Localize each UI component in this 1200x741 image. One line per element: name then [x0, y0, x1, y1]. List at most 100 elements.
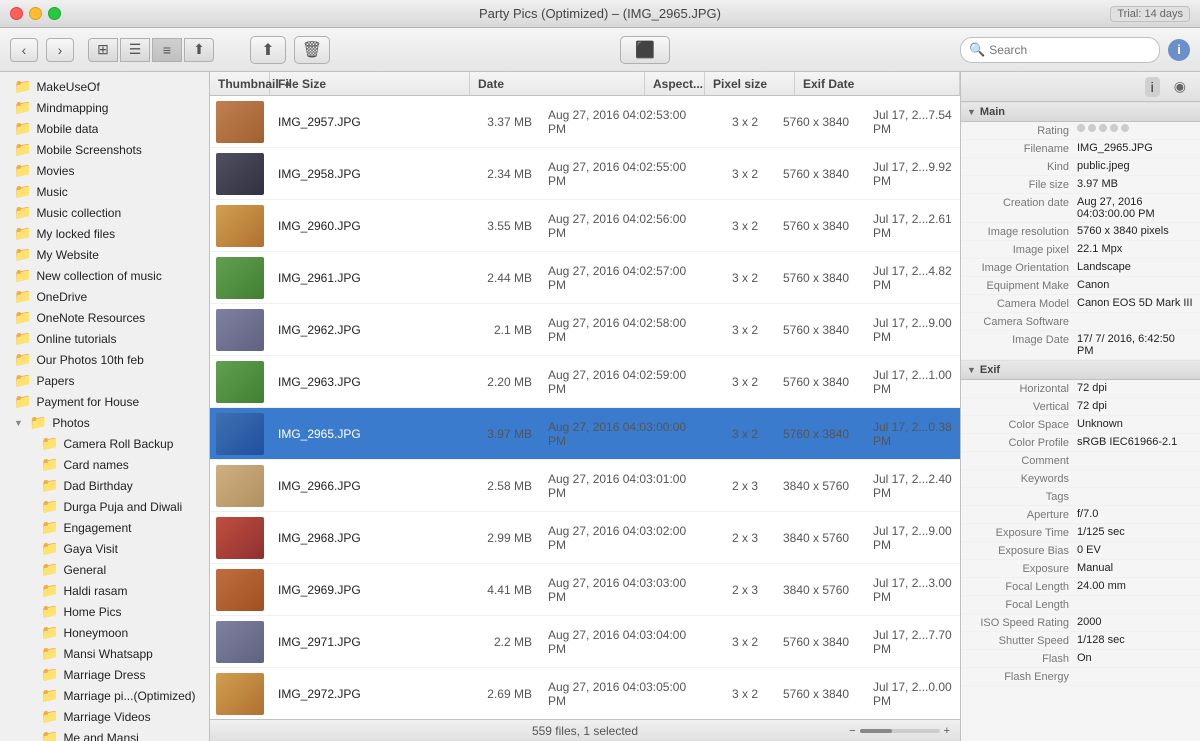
sidebar-item-honeymoon[interactable]: 📁Honeymoon	[2, 622, 207, 643]
maximize-button[interactable]	[48, 7, 61, 20]
table-row[interactable]: IMG_2969.JPG4.41 MBAug 27, 2016 04:03:03…	[210, 564, 960, 616]
file-exif: Jul 17, 2...2.61 PM	[865, 212, 960, 240]
sidebar: 📁MakeUseOf📁Mindmapping📁Mobile data📁Mobil…	[0, 72, 210, 741]
sidebar-item-cardnames[interactable]: 📁Card names	[2, 454, 207, 475]
thumbnail-image	[216, 257, 264, 299]
rating-dot[interactable]	[1099, 124, 1107, 132]
zoom-out-icon[interactable]: −	[849, 725, 855, 737]
sidebar-item-marriagevideos[interactable]: 📁Marriage Videos	[2, 706, 207, 727]
sidebar-item-movies[interactable]: 📁Movies	[2, 160, 207, 181]
col-header-aspect[interactable]: Aspect...	[645, 72, 705, 95]
info-row: Creation dateAug 27, 2016 04:03:00.00 PM	[961, 194, 1200, 223]
sidebar-item-homepics[interactable]: 📁Home Pics	[2, 601, 207, 622]
info-label: Aperture	[967, 508, 1077, 521]
search-input[interactable]	[989, 43, 1151, 57]
file-date: Aug 27, 2016 04:03:05:00 PM	[540, 680, 715, 708]
sidebar-item-mywebsite[interactable]: 📁My Website	[2, 244, 207, 265]
sort-view-button[interactable]: ⬆	[184, 38, 214, 62]
info-label: Flash Energy	[967, 670, 1077, 683]
info-section-exif[interactable]: ▼ Exif	[961, 360, 1200, 380]
folder-icon: 📁	[14, 99, 31, 116]
sidebar-item-onedrive[interactable]: 📁OneDrive	[2, 286, 207, 307]
sidebar-item-music[interactable]: 📁Music	[2, 181, 207, 202]
info-section-main[interactable]: ▼ Main	[961, 102, 1200, 122]
compact-view-button[interactable]: ☰	[120, 38, 150, 62]
rating-dot[interactable]	[1121, 124, 1129, 132]
sidebar-item-durgapujaanddiwali[interactable]: 📁Durga Puja and Diwali	[2, 496, 207, 517]
sidebar-item-makeuseof[interactable]: 📁MakeUseOf	[2, 76, 207, 97]
sidebar-item-mindmapping[interactable]: 📁Mindmapping	[2, 97, 207, 118]
sidebar-item-label: Music collection	[36, 206, 121, 220]
forward-button[interactable]: ›	[46, 38, 74, 62]
sidebar-item-photos[interactable]: ▼📁Photos	[2, 412, 207, 433]
file-exif: Jul 17, 2...9.92 PM	[865, 160, 960, 188]
col-header-date[interactable]: Date	[470, 72, 645, 95]
sidebar-item-haldirasam[interactable]: 📁Haldi rasam	[2, 580, 207, 601]
sidebar-item-dadbirthday[interactable]: 📁Dad Birthday	[2, 475, 207, 496]
table-row[interactable]: IMG_2961.JPG2.44 MBAug 27, 2016 04:02:57…	[210, 252, 960, 304]
cell-thumbnail	[210, 517, 270, 559]
info-row: ISO Speed Rating2000	[961, 614, 1200, 632]
sidebar-item-engagement[interactable]: 📁Engagement	[2, 517, 207, 538]
table-row[interactable]: IMG_2971.JPG2.2 MBAug 27, 2016 04:03:04:…	[210, 616, 960, 668]
table-row[interactable]: IMG_2968.JPG2.99 MBAug 27, 2016 04:03:02…	[210, 512, 960, 564]
table-row[interactable]: IMG_2966.JPG2.58 MBAug 27, 2016 04:03:01…	[210, 460, 960, 512]
table-row[interactable]: IMG_2958.JPG2.34 MBAug 27, 2016 04:02:55…	[210, 148, 960, 200]
thumbnail-image	[216, 517, 264, 559]
sidebar-item-general[interactable]: 📁General	[2, 559, 207, 580]
sidebar-item-papers[interactable]: 📁Papers	[2, 370, 207, 391]
info-button[interactable]: i	[1168, 39, 1190, 61]
sidebar-item-label: Online tutorials	[36, 332, 116, 346]
table-row[interactable]: IMG_2957.JPG3.37 MBAug 27, 2016 04:02:53…	[210, 96, 960, 148]
col-header-pixel[interactable]: Pixel size	[705, 72, 795, 95]
info-label: Image Date	[967, 333, 1077, 346]
sidebar-item-mylockedfiles[interactable]: 📁My locked files	[2, 223, 207, 244]
search-icon: 🔍	[969, 42, 985, 58]
sidebar-item-marriagedress[interactable]: 📁Marriage Dress	[2, 664, 207, 685]
info-tab-color[interactable]: ◉	[1168, 76, 1192, 97]
sidebar-item-camerarollbackup[interactable]: 📁Camera Roll Backup	[2, 433, 207, 454]
sidebar-item-musiccollection[interactable]: 📁Music collection	[2, 202, 207, 223]
sidebar-item-paymentforhouse[interactable]: 📁Payment for House	[2, 391, 207, 412]
sidebar-item-newcollectionofmusic[interactable]: 📁New collection of music	[2, 265, 207, 286]
center-action-button[interactable]: ⬛	[620, 36, 670, 64]
info-tabs: i ◉	[961, 72, 1200, 102]
col-header-exif[interactable]: Exif Date	[795, 72, 960, 95]
table-row[interactable]: IMG_2972.JPG2.69 MBAug 27, 2016 04:03:05…	[210, 668, 960, 719]
sidebar-item-label: Music	[36, 185, 67, 199]
sidebar-item-meandmansi[interactable]: 📁Me and Mansi	[2, 727, 207, 741]
info-value: 17/ 7/ 2016, 6:42:50 PM	[1077, 333, 1194, 357]
col-header-thumbnail[interactable]: Thumbnail ▲	[210, 72, 270, 95]
list-view-button[interactable]: ≡	[152, 38, 182, 62]
sidebar-item-label: Mansi Whatsapp	[63, 647, 152, 661]
zoom-in-icon[interactable]: +	[944, 725, 950, 737]
minimize-button[interactable]	[29, 7, 42, 20]
rating-dot[interactable]	[1110, 124, 1118, 132]
sidebar-item-mobilescreenshots[interactable]: 📁Mobile Screenshots	[2, 139, 207, 160]
sidebar-item-mobiledata[interactable]: 📁Mobile data	[2, 118, 207, 139]
close-button[interactable]	[10, 7, 23, 20]
sidebar-item-label: Durga Puja and Diwali	[63, 500, 182, 514]
table-row[interactable]: IMG_2960.JPG3.55 MBAug 27, 2016 04:02:56…	[210, 200, 960, 252]
sidebar-item-onenoteresources[interactable]: 📁OneNote Resources	[2, 307, 207, 328]
info-tab-info[interactable]: i	[1145, 77, 1160, 97]
file-name: IMG_2966.JPG	[270, 479, 470, 493]
rating-dot[interactable]	[1088, 124, 1096, 132]
grid-view-button[interactable]: ⊞	[88, 38, 118, 62]
delete-button[interactable]: 🗑	[294, 36, 330, 64]
folder-icon: 📁	[14, 120, 31, 137]
col-header-filename[interactable]: File Size	[270, 72, 470, 95]
sidebar-item-ourphotos[interactable]: 📁Our Photos 10th feb	[2, 349, 207, 370]
info-row: Keywords	[961, 470, 1200, 488]
sidebar-item-onlinetutorials[interactable]: 📁Online tutorials	[2, 328, 207, 349]
table-row[interactable]: IMG_2962.JPG2.1 MBAug 27, 2016 04:02:58:…	[210, 304, 960, 356]
table-row[interactable]: IMG_2963.JPG2.20 MBAug 27, 2016 04:02:59…	[210, 356, 960, 408]
sidebar-item-gayavisit[interactable]: 📁Gaya Visit	[2, 538, 207, 559]
share-button[interactable]: ⬆	[250, 36, 286, 64]
sidebar-item-mansiwhatsapp[interactable]: 📁Mansi Whatsapp	[2, 643, 207, 664]
sidebar-item-marriagepicsoptimized[interactable]: 📁Marriage pi...(Optimized)	[2, 685, 207, 706]
table-row[interactable]: IMG_2965.JPG3.97 MBAug 27, 2016 04:03:00…	[210, 408, 960, 460]
back-button[interactable]: ‹	[10, 38, 38, 62]
file-exif: Jul 17, 2...2.40 PM	[865, 472, 960, 500]
rating-dot[interactable]	[1077, 124, 1085, 132]
